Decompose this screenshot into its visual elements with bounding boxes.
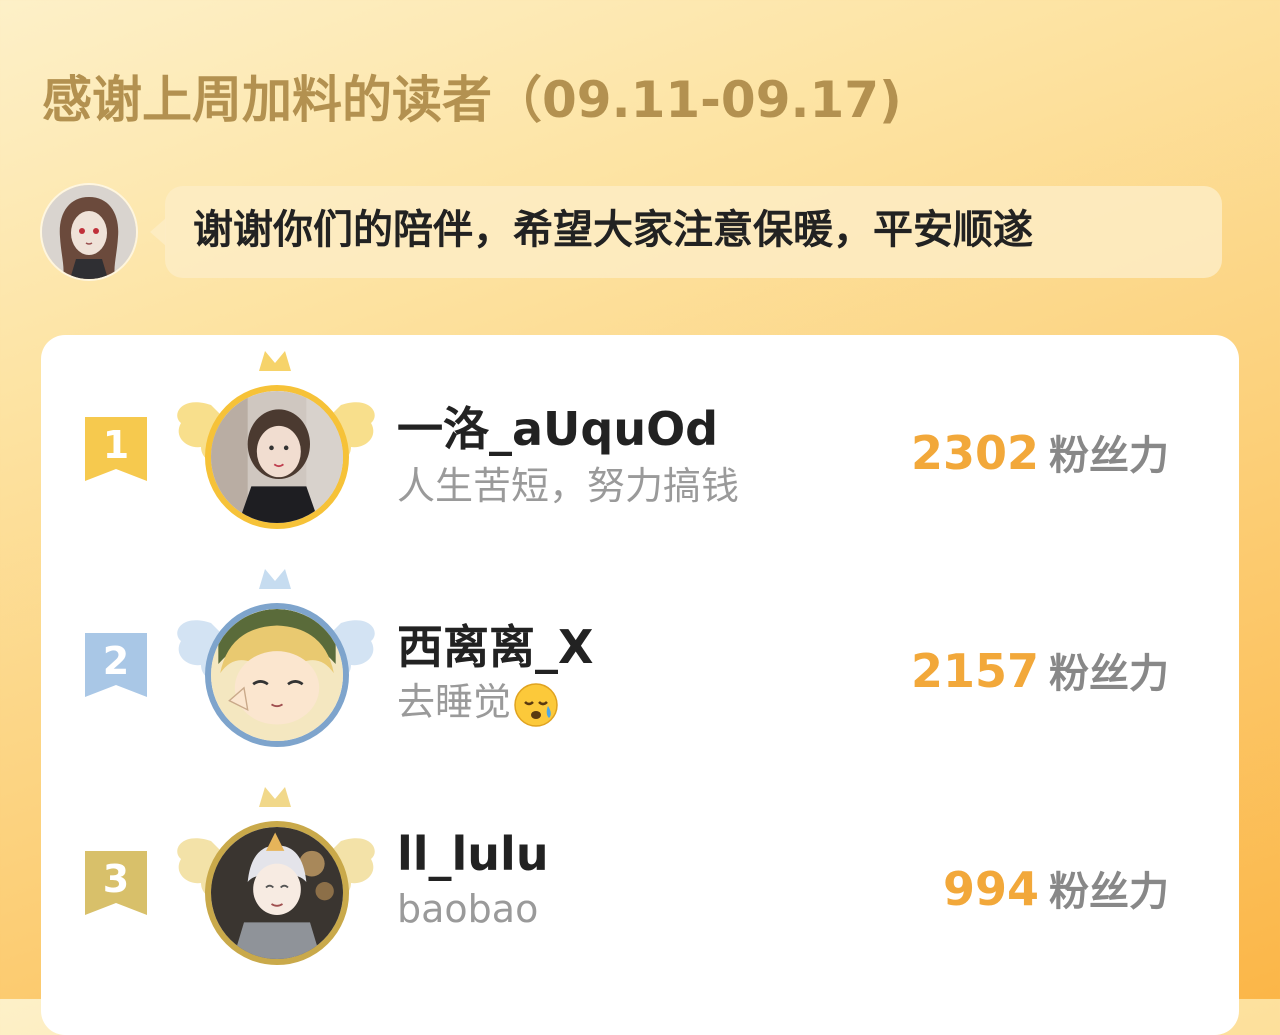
leaderboard-row-3[interactable]: 3 ll_lulu baobao 994 粉丝力 bbox=[41, 781, 1239, 981]
avatar-with-medal bbox=[171, 345, 381, 545]
score-unit: 粉丝力 bbox=[1049, 869, 1169, 915]
username[interactable]: ll_lulu bbox=[397, 827, 549, 881]
leaderboard-row-2[interactable]: 2 西离离_X 去睡觉 2157 粉丝力 bbox=[41, 563, 1239, 763]
author-message: 谢谢你们的陪伴，希望大家注意保暖，平安顺遂 bbox=[193, 207, 1033, 253]
user-bio: baobao bbox=[397, 887, 539, 931]
avatar[interactable] bbox=[205, 385, 349, 529]
username[interactable]: 一洛_aUquOd bbox=[397, 393, 718, 459]
author-avatar[interactable] bbox=[42, 185, 136, 279]
rank-number: 1 bbox=[102, 423, 130, 467]
score-unit: 粉丝力 bbox=[1049, 651, 1169, 697]
bio-text: 去睡觉 bbox=[397, 680, 512, 724]
page-title: 感谢上周加料的读者（09.11-09.17) bbox=[42, 71, 902, 129]
leaderboard-row-1[interactable]: 1 一洛_aUquOd 人生苦短，努力搞钱 2302 粉丝力 bbox=[41, 345, 1239, 545]
score-value: 2302 bbox=[910, 426, 1039, 480]
rank-badge-1: 1 bbox=[85, 417, 147, 481]
fan-power-score: 2157 粉丝力 bbox=[911, 641, 1169, 699]
sleepy-face-emoji-icon bbox=[514, 682, 558, 727]
rank-number: 2 bbox=[102, 639, 130, 683]
avatar[interactable] bbox=[205, 821, 349, 965]
rank-number: 3 bbox=[102, 857, 130, 901]
username[interactable]: 西离离_X bbox=[397, 611, 593, 677]
bubble-tail bbox=[150, 218, 166, 246]
author-message-bubble: 谢谢你们的陪伴，希望大家注意保暖，平安顺遂 bbox=[165, 186, 1222, 278]
user-bio: 人生苦短，努力搞钱 bbox=[397, 464, 740, 508]
user-bio: 去睡觉 bbox=[397, 671, 559, 728]
avatar[interactable] bbox=[205, 603, 349, 747]
score-unit: 粉丝力 bbox=[1049, 433, 1169, 479]
leaderboard-card: 1 一洛_aUquOd 人生苦短，努力搞钱 2302 粉丝力 2 西离离_X 去… bbox=[41, 335, 1239, 1035]
rank-badge-2: 2 bbox=[85, 633, 147, 697]
avatar-with-medal bbox=[171, 781, 381, 981]
fan-power-score: 2302 粉丝力 bbox=[911, 423, 1169, 481]
score-value: 994 bbox=[942, 862, 1039, 916]
score-value: 2157 bbox=[910, 644, 1039, 698]
rank-badge-3: 3 bbox=[85, 851, 147, 915]
fan-power-score: 994 粉丝力 bbox=[943, 859, 1169, 917]
avatar-with-medal bbox=[171, 563, 381, 763]
